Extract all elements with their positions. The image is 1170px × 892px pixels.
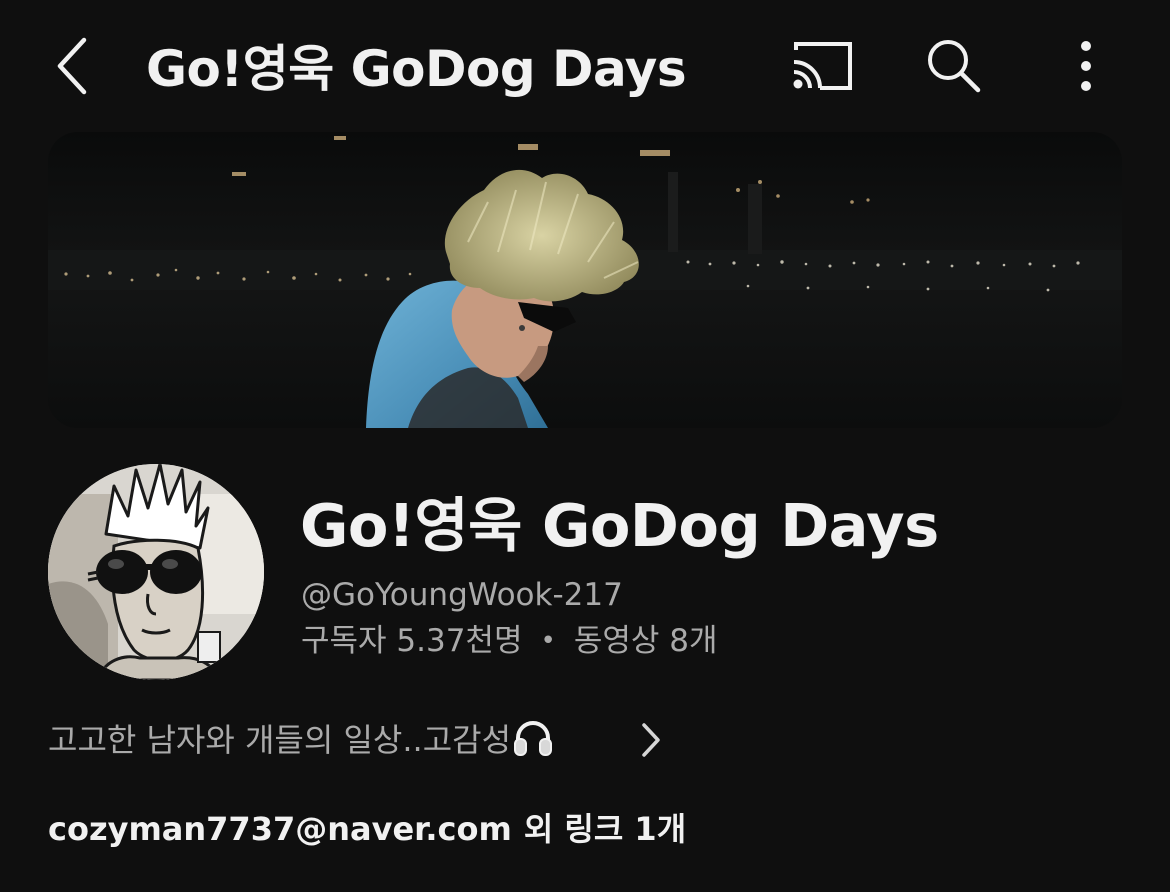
cast-icon <box>793 42 852 90</box>
channel-name: Go!영욱 GoDog Days <box>300 491 939 560</box>
channel-stats: 구독자 5.37천명 • 동영상 8개 <box>301 620 718 662</box>
video-count: 동영상 8개 <box>573 623 718 659</box>
banner-image <box>48 132 1122 428</box>
description-text: 고고한 남자와 개들의 일상..고감성 <box>48 721 512 759</box>
top-app-bar: Go!영욱 GoDog Days <box>0 0 1170 132</box>
stats-separator: • <box>540 626 556 656</box>
page-title: Go!영욱 GoDog Days <box>146 40 687 98</box>
chevron-right-icon <box>642 723 660 757</box>
more-vertical-icon <box>1081 41 1091 91</box>
subscriber-count: 구독자 5.37천명 <box>301 623 523 659</box>
channel-avatar[interactable] <box>48 464 264 680</box>
cast-button[interactable] <box>780 30 864 102</box>
description-expand-button[interactable] <box>622 712 678 768</box>
search-icon <box>928 40 981 93</box>
search-button[interactable] <box>912 30 996 102</box>
chevron-left-icon <box>57 37 87 95</box>
channel-links[interactable]: cozyman7737@naver.com 외 링크 1개 <box>48 806 686 852</box>
more-links-label[interactable]: 외 링크 1개 <box>524 806 686 852</box>
back-button[interactable] <box>40 30 104 102</box>
avatar-illustration <box>48 464 264 680</box>
channel-banner <box>48 132 1122 428</box>
email-link[interactable]: cozyman7737@naver.com <box>48 806 512 852</box>
more-options-button[interactable] <box>1050 30 1122 102</box>
channel-description[interactable]: 고고한 남자와 개들의 일상..고감성 <box>48 712 668 768</box>
channel-handle: @GoYoungWook-217 <box>301 577 623 613</box>
headphones-icon <box>513 719 553 761</box>
